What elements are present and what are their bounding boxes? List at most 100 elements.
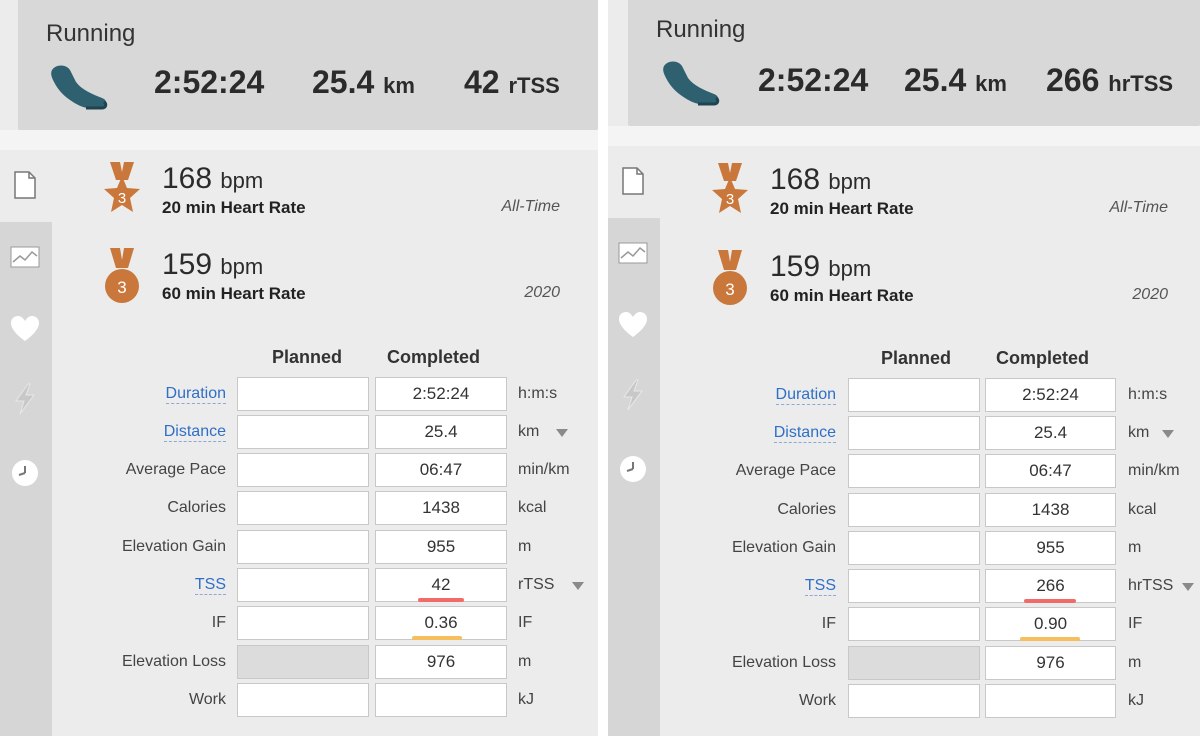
round-medal-icon: 3 [713, 250, 747, 305]
distance-unit-dropdown-icon[interactable] [556, 429, 568, 437]
tss-unit-dropdown-icon[interactable] [1182, 583, 1194, 591]
sport-title: Running [656, 16, 746, 43]
planned-work-input[interactable] [237, 683, 369, 717]
planned-tss-input[interactable] [848, 569, 980, 603]
elevation-gain-label: Elevation Gain [731, 539, 836, 556]
heart-icon[interactable] [618, 310, 648, 340]
completed-elevation-loss-input[interactable]: 976 [985, 646, 1116, 680]
completed-pace-input[interactable]: 06:47 [375, 453, 507, 487]
completed-distance-input[interactable]: 25.4 [375, 415, 507, 449]
planned-distance-input[interactable] [848, 416, 980, 450]
planned-calories-input[interactable] [237, 491, 369, 525]
row-if: IF 0.36 IF [0, 606, 598, 642]
elevation-loss-unit: m [1128, 654, 1142, 671]
document-icon[interactable] [10, 170, 40, 200]
row-elevation-loss: Elevation Loss 976 m [0, 645, 598, 681]
completed-work-input[interactable] [375, 683, 507, 717]
if-unit: IF [518, 614, 533, 631]
duration-unit: h:m:s [518, 385, 558, 402]
row-tss: TSS 266 hrTSS [608, 569, 1200, 605]
distance-unit-dropdown-icon[interactable] [1162, 430, 1174, 438]
medal-rank: 3 [118, 190, 126, 207]
workout-panel-left: Running 2:52:24 25.4 km 42 rTSS 3 168 bp… [0, 0, 598, 736]
completed-elevation-gain-input[interactable]: 955 [985, 531, 1116, 565]
record-period: All-Time [501, 198, 560, 215]
completed-if-input[interactable]: 0.36 [375, 606, 507, 640]
completed-calories-input[interactable]: 1438 [375, 491, 507, 525]
tss-label-link[interactable]: TSS [616, 569, 836, 603]
row-duration: Duration 2:52:24 h:m:s [608, 378, 1200, 414]
running-shoe-icon [51, 65, 108, 110]
row-elevation-loss: Elevation Loss 976 m [608, 646, 1200, 682]
planned-elevation-gain-input[interactable] [848, 531, 980, 565]
tss-unit-dropdown-icon[interactable] [572, 582, 584, 590]
planned-distance-input[interactable] [237, 415, 369, 449]
summary-distance-unit: km [975, 71, 1007, 96]
average-pace-label: Average Pace [125, 461, 226, 478]
distance-label-link[interactable]: Distance [616, 416, 836, 450]
record-period: 2020 [1132, 286, 1168, 303]
heart-icon[interactable] [10, 314, 40, 344]
record-value: 159 bpm [162, 248, 264, 281]
completed-duration-input[interactable]: 2:52:24 [375, 377, 507, 411]
record-20min-hr: 3 168 bpm 20 min Heart Rate All-Time [708, 163, 1178, 233]
star-medal-icon: 3 [104, 162, 140, 212]
planned-if-input[interactable] [848, 607, 980, 641]
chart-icon[interactable] [10, 242, 40, 272]
planned-column-header: Planned [272, 347, 343, 367]
row-elevation-gain: Elevation Gain 955 m [608, 531, 1200, 567]
distance-label-link[interactable]: Distance [6, 415, 226, 449]
tss-label-link[interactable]: TSS [6, 568, 226, 602]
summary-duration: 2:52:24 [154, 64, 265, 100]
planned-duration-input[interactable] [237, 377, 369, 411]
completed-elevation-loss-input[interactable]: 976 [375, 645, 507, 679]
planned-duration-input[interactable] [848, 378, 980, 412]
completed-distance-input[interactable]: 25.4 [985, 416, 1116, 450]
completed-elevation-gain-input[interactable]: 955 [375, 530, 507, 564]
elevation-gain-label: Elevation Gain [121, 538, 226, 555]
planned-elevation-gain-input[interactable] [237, 530, 369, 564]
record-60min-hr: 3 159 bpm 60 min Heart Rate 2020 [100, 248, 570, 318]
planned-tss-input[interactable] [237, 568, 369, 602]
completed-work-input[interactable] [985, 684, 1116, 718]
elevation-gain-unit: m [1128, 539, 1142, 556]
if-label: IF [211, 614, 226, 631]
if-highlight-underline [1020, 637, 1080, 641]
document-icon[interactable] [618, 166, 648, 196]
if-label: IF [821, 615, 836, 632]
duration-label-link[interactable]: Duration [6, 377, 226, 411]
summary-distance: 25.4 km [904, 62, 1007, 98]
row-if: IF 0.90 IF [608, 607, 1200, 643]
completed-pace-input[interactable]: 06:47 [985, 454, 1116, 488]
round-medal-icon: 3 [105, 248, 139, 303]
completed-column-header: Completed [387, 347, 481, 367]
chart-icon[interactable] [618, 238, 648, 268]
record-unit: bpm [220, 168, 264, 193]
planned-pace-input[interactable] [237, 453, 369, 487]
tss-unit: rTSS [518, 576, 555, 593]
completed-tss-input[interactable]: 266 [985, 569, 1116, 603]
record-label: 60 min Heart Rate [162, 284, 306, 303]
completed-if-input[interactable]: 0.90 [985, 607, 1116, 641]
calories-label: Calories [777, 501, 836, 518]
record-label: 20 min Heart Rate [770, 199, 914, 218]
planned-work-input[interactable] [848, 684, 980, 718]
planned-calories-input[interactable] [848, 493, 980, 527]
completed-calories-input[interactable]: 1438 [985, 493, 1116, 527]
planned-if-input[interactable] [237, 606, 369, 640]
row-average-pace: Average Pace 06:47 min/km [608, 454, 1200, 490]
row-distance: Distance 25.4 km [0, 415, 598, 451]
row-duration: Duration 2:52:24 h:m:s [0, 377, 598, 413]
summary-tss: 266 hrTSS [1046, 62, 1174, 98]
completed-tss-input[interactable]: 42 [375, 568, 507, 602]
summary-tss-unit: rTSS [508, 73, 560, 98]
duration-label-link[interactable]: Duration [616, 378, 836, 412]
workout-panel-right: Running 2:52:24 25.4 km 266 hrTSS 3 168 … [608, 0, 1200, 736]
row-work: Work kJ [608, 684, 1200, 720]
row-work: Work kJ [0, 683, 598, 719]
if-highlight-underline [412, 636, 462, 640]
planned-pace-input[interactable] [848, 454, 980, 488]
planned-elevation-loss-input [848, 646, 980, 680]
completed-duration-input[interactable]: 2:52:24 [985, 378, 1116, 412]
star-medal-icon: 3 [712, 163, 748, 213]
